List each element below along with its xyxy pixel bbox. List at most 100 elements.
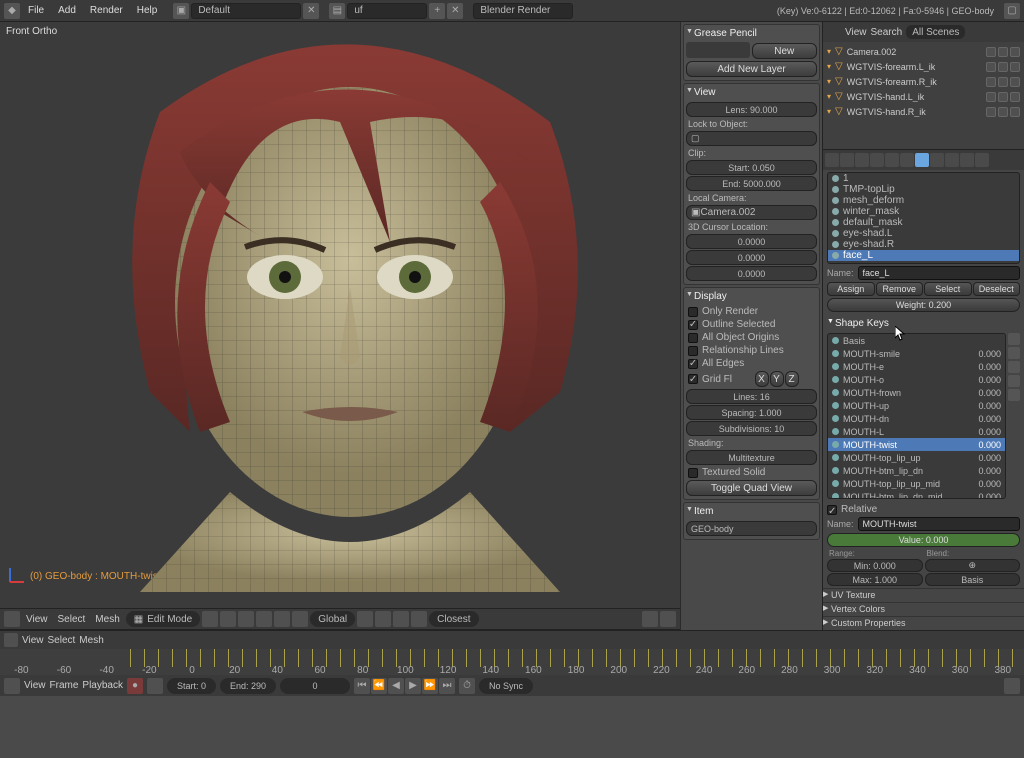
vertex-groups-list[interactable]: 1TMP-topLipmesh_deformwinter_maskdefault… — [827, 172, 1020, 264]
item-title[interactable]: Item — [686, 505, 817, 520]
vertex-group-row[interactable]: TMP-topLip — [828, 184, 1019, 195]
toggle-quad-button[interactable]: Toggle Quad View — [686, 480, 817, 496]
vertex-group-row[interactable]: winter_mask — [828, 206, 1019, 217]
shape-key-row[interactable]: MOUTH-frown0.000 — [828, 386, 1005, 399]
grid-check[interactable]: ✓Grid Fl — [686, 370, 753, 388]
gp-new-button[interactable]: New — [752, 43, 818, 59]
vp-menu-view[interactable]: View — [22, 614, 52, 625]
vertex-group-row[interactable]: mesh_deform — [828, 195, 1019, 206]
vg-name-input[interactable]: face_L — [858, 266, 1020, 280]
cursor-z-field[interactable]: 0.0000 — [686, 266, 817, 281]
manip-scale-icon[interactable] — [393, 611, 409, 627]
shape-key-row[interactable]: MOUTH-o0.000 — [828, 373, 1005, 386]
vp-menu-select[interactable]: Select — [54, 614, 90, 625]
outliner-row[interactable]: ▾▽WGTVIS-hand.R_ik — [823, 104, 1024, 119]
lock-to-object-field[interactable]: ▢ — [686, 131, 817, 146]
vg-deselect-button[interactable]: Deselect — [973, 282, 1021, 296]
limit-sel-icon[interactable] — [292, 611, 308, 627]
menu-file[interactable]: File — [22, 5, 50, 16]
outliner-editor-icon[interactable] — [827, 25, 841, 39]
sk-remove-icon[interactable] — [1008, 347, 1020, 359]
jump-start-icon[interactable]: ⏮ — [354, 678, 370, 694]
tab-physics-icon[interactable] — [975, 153, 989, 167]
menu-add[interactable]: Add — [52, 5, 82, 16]
display-title[interactable]: Display — [686, 290, 817, 305]
pivot-icon[interactable] — [220, 611, 236, 627]
sk-name-input[interactable]: MOUTH-twist — [858, 517, 1020, 531]
shape-key-row[interactable]: MOUTH-top_lip_up_mid0.000 — [828, 477, 1005, 490]
shape-key-row[interactable]: MOUTH-btm_lip_dn_mid0.000 — [828, 490, 1005, 499]
snap-mode-dropdown[interactable]: Closest — [429, 611, 478, 627]
shape-keys-title[interactable]: Shape Keys — [827, 316, 1020, 333]
window-icon[interactable]: ▢ — [1004, 3, 1020, 19]
grid-subdiv-field[interactable]: Subdivisions: 10 — [686, 421, 817, 436]
tab-modifiers-icon[interactable] — [900, 153, 914, 167]
vg-remove-button[interactable]: Remove — [876, 282, 924, 296]
opengl-render-icon[interactable] — [642, 611, 658, 627]
keyset-icon[interactable] — [147, 678, 163, 694]
end-frame-field[interactable]: End: 290 — [220, 678, 276, 694]
tab-objectdata-icon[interactable] — [915, 153, 929, 167]
tab-world-icon[interactable] — [855, 153, 869, 167]
shape-key-row[interactable]: MOUTH-twist0.000 — [828, 438, 1005, 451]
lens-field[interactable]: Lens: 90.000 — [686, 102, 817, 117]
tab-material-icon[interactable] — [930, 153, 944, 167]
shape-key-row[interactable]: MOUTH-btm_lip_dn0.000 — [828, 464, 1005, 477]
axis-y-button[interactable]: Y — [770, 371, 784, 387]
editor-type-icon[interactable] — [4, 611, 20, 627]
outliner-mode-dropdown[interactable]: All Scenes — [906, 25, 965, 39]
textured-solid-check[interactable]: Textured Solid — [686, 466, 817, 479]
item-name-field[interactable]: GEO-body — [686, 521, 817, 536]
shape-keys-list[interactable]: BasisMOUTH-smile0.000MOUTH-e0.000MOUTH-o… — [827, 333, 1006, 499]
outliner-filter-icon[interactable] — [1008, 26, 1020, 38]
tab-scene-icon[interactable] — [840, 153, 854, 167]
sk-menu-icon[interactable] — [1008, 361, 1020, 373]
gp-type-icon[interactable] — [686, 42, 750, 58]
grid-lines-field[interactable]: Lines: 16 — [686, 389, 817, 404]
scene-name-field[interactable]: Default — [191, 3, 301, 19]
tab-particles-icon[interactable] — [960, 153, 974, 167]
shape-key-row[interactable]: MOUTH-e0.000 — [828, 360, 1005, 373]
tab-object-icon[interactable] — [870, 153, 884, 167]
outliner-row[interactable]: ▾▽WGTVIS-forearm.R_ik — [823, 74, 1024, 89]
tab-constraints-icon[interactable] — [885, 153, 899, 167]
shape-key-row[interactable]: MOUTH-top_lip_up0.000 — [828, 451, 1005, 464]
shape-key-row[interactable]: MOUTH-smile0.000 — [828, 347, 1005, 360]
vp-menu-mesh[interactable]: Mesh — [91, 614, 123, 625]
uv-texture-panel-collapsed[interactable]: UV Texture — [823, 588, 1024, 602]
custom-properties-panel-collapsed[interactable]: Custom Properties — [823, 616, 1024, 630]
vertex-group-row[interactable]: eye-shad.R — [828, 239, 1019, 250]
scene-icon[interactable]: ▣ — [173, 3, 189, 19]
local-camera-field[interactable]: ▣ Camera.002 — [686, 205, 817, 220]
ds-menu-select[interactable]: Select — [48, 635, 76, 646]
keyframe-next-icon[interactable]: ⏩ — [422, 678, 438, 694]
shading-icon[interactable] — [202, 611, 218, 627]
all-origins-check[interactable]: All Object Origins — [686, 331, 817, 344]
shape-key-row[interactable]: MOUTH-L0.000 — [828, 425, 1005, 438]
sk-min-field[interactable]: Min: 0.000 — [827, 559, 923, 572]
clip-start-field[interactable]: Start: 0.050 — [686, 160, 817, 175]
3d-viewport[interactable]: Front Ortho (0) GEO-body : MOUTH-twist — [0, 22, 680, 608]
grease-pencil-title[interactable]: Grease Pencil — [686, 27, 817, 42]
vg-select-button[interactable]: Select — [924, 282, 972, 296]
vertex-group-row[interactable]: 1 — [828, 173, 1019, 184]
sync-mode-dropdown[interactable]: No Sync — [479, 678, 533, 694]
dopesheet-editor-icon[interactable] — [4, 633, 18, 647]
tab-render-icon[interactable] — [825, 153, 839, 167]
all-edges-check[interactable]: ✓All Edges — [686, 357, 817, 370]
play-reverse-icon[interactable]: ◀ — [388, 678, 404, 694]
tl-menu-frame[interactable]: Frame — [50, 680, 79, 691]
snap-toggle-icon[interactable] — [411, 611, 427, 627]
axis-z-button[interactable]: Z — [785, 371, 799, 387]
vertex-group-row[interactable]: default_mask — [828, 217, 1019, 228]
ds-menu-view[interactable]: View — [22, 635, 44, 646]
tl-menu-view[interactable]: View — [24, 680, 46, 691]
vertex-group-row[interactable]: eye-shad.L — [828, 228, 1019, 239]
outliner-row[interactable]: ▾▽Camera.002 — [823, 44, 1024, 59]
jump-end-icon[interactable]: ⏭ — [439, 678, 455, 694]
vertex-colors-panel-collapsed[interactable]: Vertex Colors — [823, 602, 1024, 616]
sk-blend-basis-field[interactable]: Basis — [925, 573, 1021, 586]
vg-weight-slider[interactable]: Weight: 0.200 — [827, 298, 1020, 312]
outline-selected-check[interactable]: ✓Outline Selected — [686, 318, 817, 331]
blender-icon[interactable]: ◆ — [4, 3, 20, 19]
